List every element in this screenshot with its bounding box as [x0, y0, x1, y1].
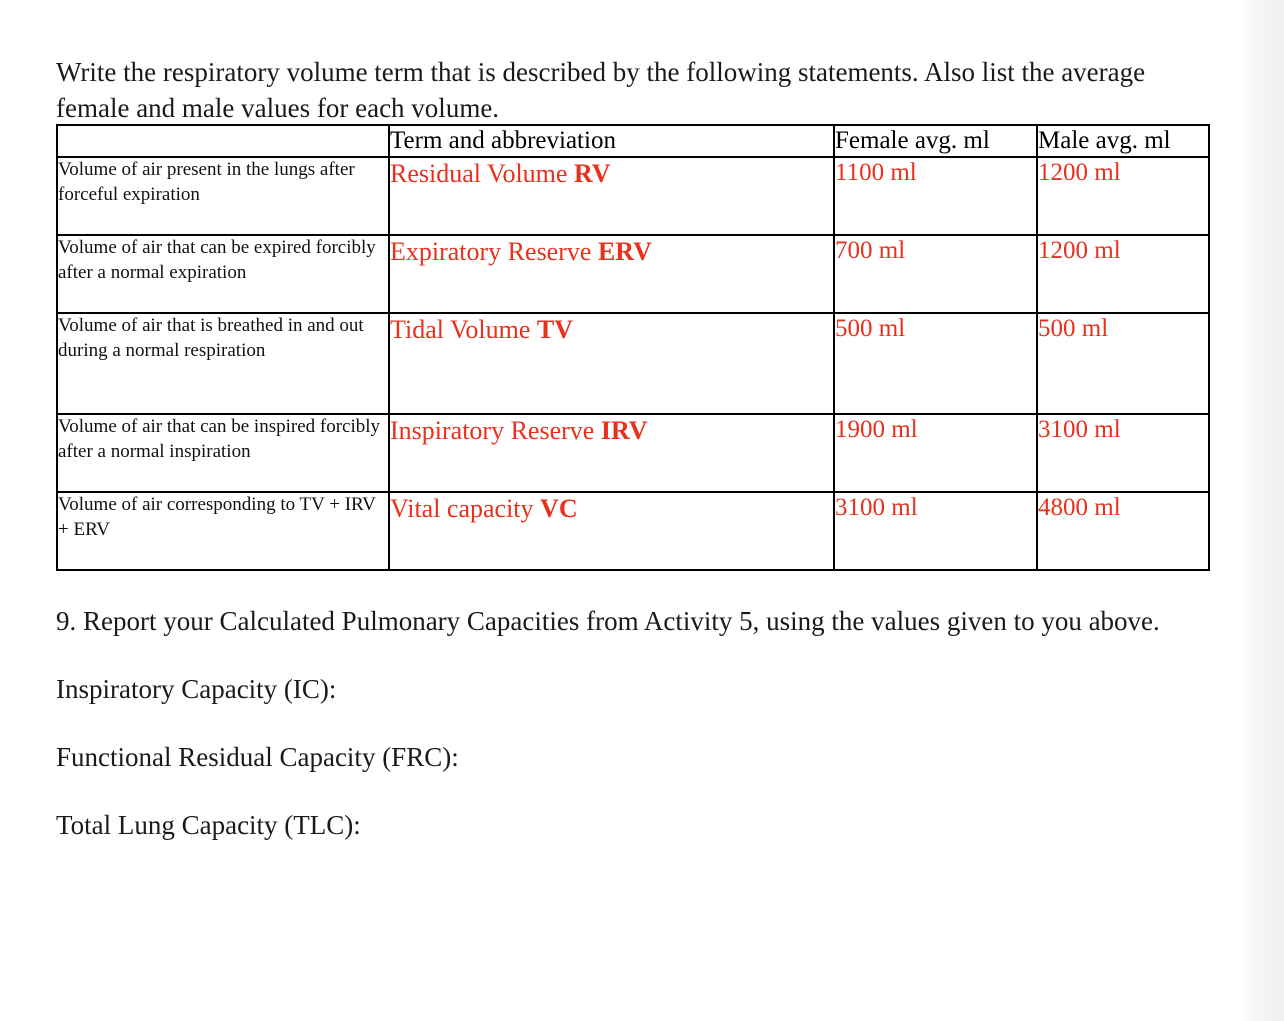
- table-header-row: Term and abbreviation Female avg. ml Mal…: [56, 124, 1210, 158]
- table-row: Volume of air that can be inspired forci…: [56, 413, 1210, 493]
- cell-male-value[interactable]: 1200 ml: [1036, 234, 1210, 314]
- cell-male-value[interactable]: 500 ml: [1036, 312, 1210, 415]
- cell-term-answer[interactable]: Vital capacity VC: [388, 491, 835, 571]
- column-header-female-average: Female avg. ml: [833, 124, 1038, 158]
- cell-female-value[interactable]: 500 ml: [833, 312, 1038, 415]
- cell-male-value[interactable]: 3100 ml: [1036, 413, 1210, 493]
- question-9-block: 9. Report your Calculated Pulmonary Capa…: [56, 604, 1206, 843]
- term-abbreviation: VC: [540, 494, 578, 523]
- cell-female-value[interactable]: 1100 ml: [833, 156, 1038, 236]
- column-header-description: [56, 124, 390, 158]
- term-abbreviation: IRV: [600, 416, 648, 445]
- cell-term-answer[interactable]: Expiratory Reserve ERV: [388, 234, 835, 314]
- term-name: Expiratory Reserve: [390, 237, 598, 266]
- question-9-prompt: 9. Report your Calculated Pulmonary Capa…: [56, 606, 1160, 636]
- term-abbreviation: TV: [536, 315, 574, 344]
- functional-residual-capacity-label: Functional Residual Capacity (FRC):: [56, 742, 459, 773]
- column-header-male-average: Male avg. ml: [1036, 124, 1210, 158]
- table-row: Volume of air that can be expired forcib…: [56, 234, 1210, 314]
- instructions-paragraph: Write the respiratory volume term that i…: [56, 57, 1146, 123]
- cell-term-answer[interactable]: Tidal Volume TV: [388, 312, 835, 415]
- term-abbreviation: RV: [573, 159, 611, 188]
- inspiratory-capacity-label: Inspiratory Capacity (IC):: [56, 674, 337, 705]
- term-name: Vital capacity: [390, 494, 541, 523]
- cell-term-answer[interactable]: Residual Volume RV: [388, 156, 835, 236]
- table-row: Volume of air that is breathed in and ou…: [56, 312, 1210, 415]
- cell-description: Volume of air that can be inspired forci…: [56, 413, 390, 493]
- cell-description: Volume of air that is breathed in and ou…: [56, 312, 390, 415]
- term-abbreviation: ERV: [597, 237, 652, 266]
- table-row: Volume of air corresponding to TV + IRV …: [56, 491, 1210, 571]
- term-name: Inspiratory Reserve: [390, 416, 601, 445]
- respiratory-volumes-table: Term and abbreviation Female avg. ml Mal…: [56, 124, 1210, 571]
- term-name: Residual Volume: [390, 159, 574, 188]
- cell-female-value[interactable]: 3100 ml: [833, 491, 1038, 571]
- cell-description: Volume of air corresponding to TV + IRV …: [56, 491, 390, 571]
- cell-description: Volume of air that can be expired forcib…: [56, 234, 390, 314]
- document-page: Write the respiratory volume term that i…: [0, 0, 1240, 1021]
- term-name: Tidal Volume: [390, 315, 537, 344]
- cell-female-value[interactable]: 700 ml: [833, 234, 1038, 314]
- cell-male-value[interactable]: 4800 ml: [1036, 491, 1210, 571]
- cell-female-value[interactable]: 1900 ml: [833, 413, 1038, 493]
- column-header-term: Term and abbreviation: [388, 124, 835, 158]
- cell-term-answer[interactable]: Inspiratory Reserve IRV: [388, 413, 835, 493]
- table-row: Volume of air present in the lungs after…: [56, 156, 1210, 236]
- page-edge-shadow: [1240, 0, 1284, 1021]
- total-lung-capacity-label: Total Lung Capacity (TLC):: [56, 810, 361, 841]
- cell-male-value[interactable]: 1200 ml: [1036, 156, 1210, 236]
- cell-description: Volume of air present in the lungs after…: [56, 156, 390, 236]
